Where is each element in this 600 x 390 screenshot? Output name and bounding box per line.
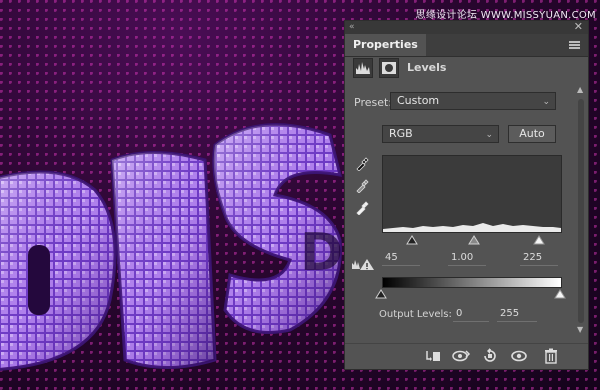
- preset-select[interactable]: Custom ⌄: [390, 92, 556, 110]
- eyedropper-white-icon[interactable]: [355, 201, 369, 215]
- input-black-slider[interactable]: [406, 235, 418, 245]
- clip-to-layer-icon[interactable]: [423, 348, 443, 366]
- eyedropper-black-icon[interactable]: [355, 157, 369, 171]
- histogram-graph: [383, 223, 561, 232]
- levels-histogram: [382, 155, 562, 233]
- channel-select[interactable]: RGB ⌄: [382, 125, 499, 143]
- output-gradient: [382, 277, 562, 288]
- panel-menu-icon[interactable]: [569, 41, 580, 49]
- input-white-field[interactable]: 225: [520, 252, 558, 266]
- collapse-icon[interactable]: «: [349, 22, 355, 32]
- view-previous-state-icon[interactable]: [451, 348, 471, 366]
- preset-value: Custom: [397, 94, 440, 107]
- channel-value: RGB: [389, 127, 413, 140]
- chevron-down-icon: ⌄: [485, 130, 493, 140]
- trash-icon[interactable]: [541, 348, 561, 366]
- histogram-icon[interactable]: [353, 58, 373, 78]
- panel-tabbar: Properties: [345, 34, 588, 57]
- visibility-eye-icon[interactable]: [509, 348, 529, 366]
- panel-titlebar[interactable]: « ✕: [345, 20, 588, 34]
- input-black-field[interactable]: 45: [382, 252, 420, 266]
- preset-label: Preset:: [354, 96, 393, 109]
- scroll-track[interactable]: [578, 99, 584, 323]
- properties-panel: « ✕ Properties Levels Preset: Custom ⌄ R…: [344, 20, 589, 370]
- chevron-down-icon: ⌄: [542, 97, 550, 107]
- close-icon[interactable]: ✕: [574, 20, 583, 33]
- output-black-slider[interactable]: [375, 289, 387, 299]
- input-gray-slider[interactable]: [468, 235, 480, 245]
- mask-icon[interactable]: [379, 58, 399, 78]
- input-sliders[interactable]: [381, 235, 565, 245]
- output-white-field[interactable]: 255: [497, 308, 537, 322]
- auto-button[interactable]: Auto: [508, 125, 556, 143]
- eyedropper-gray-icon[interactable]: [355, 179, 369, 193]
- panel-bottom-toolbar: [345, 343, 588, 370]
- output-levels-label: Output Levels:: [379, 309, 452, 320]
- scroll-down-icon[interactable]: ▼: [577, 325, 583, 334]
- input-gamma-field[interactable]: 1.00: [448, 252, 486, 266]
- output-sliders[interactable]: [375, 289, 569, 299]
- panel-scrollbar[interactable]: ▲ ▼: [576, 85, 586, 335]
- output-black-field[interactable]: 0: [453, 308, 489, 322]
- warning-icon[interactable]: [351, 257, 375, 271]
- adjustment-title: Levels: [407, 61, 447, 74]
- output-white-slider[interactable]: [554, 289, 566, 299]
- scroll-up-icon[interactable]: ▲: [577, 85, 583, 94]
- tab-properties[interactable]: Properties: [345, 34, 426, 56]
- watermark: 思缘设计论坛 WWW.MISSYUAN.COM: [415, 10, 596, 21]
- reset-icon[interactable]: [480, 348, 500, 366]
- input-white-slider[interactable]: [533, 235, 545, 245]
